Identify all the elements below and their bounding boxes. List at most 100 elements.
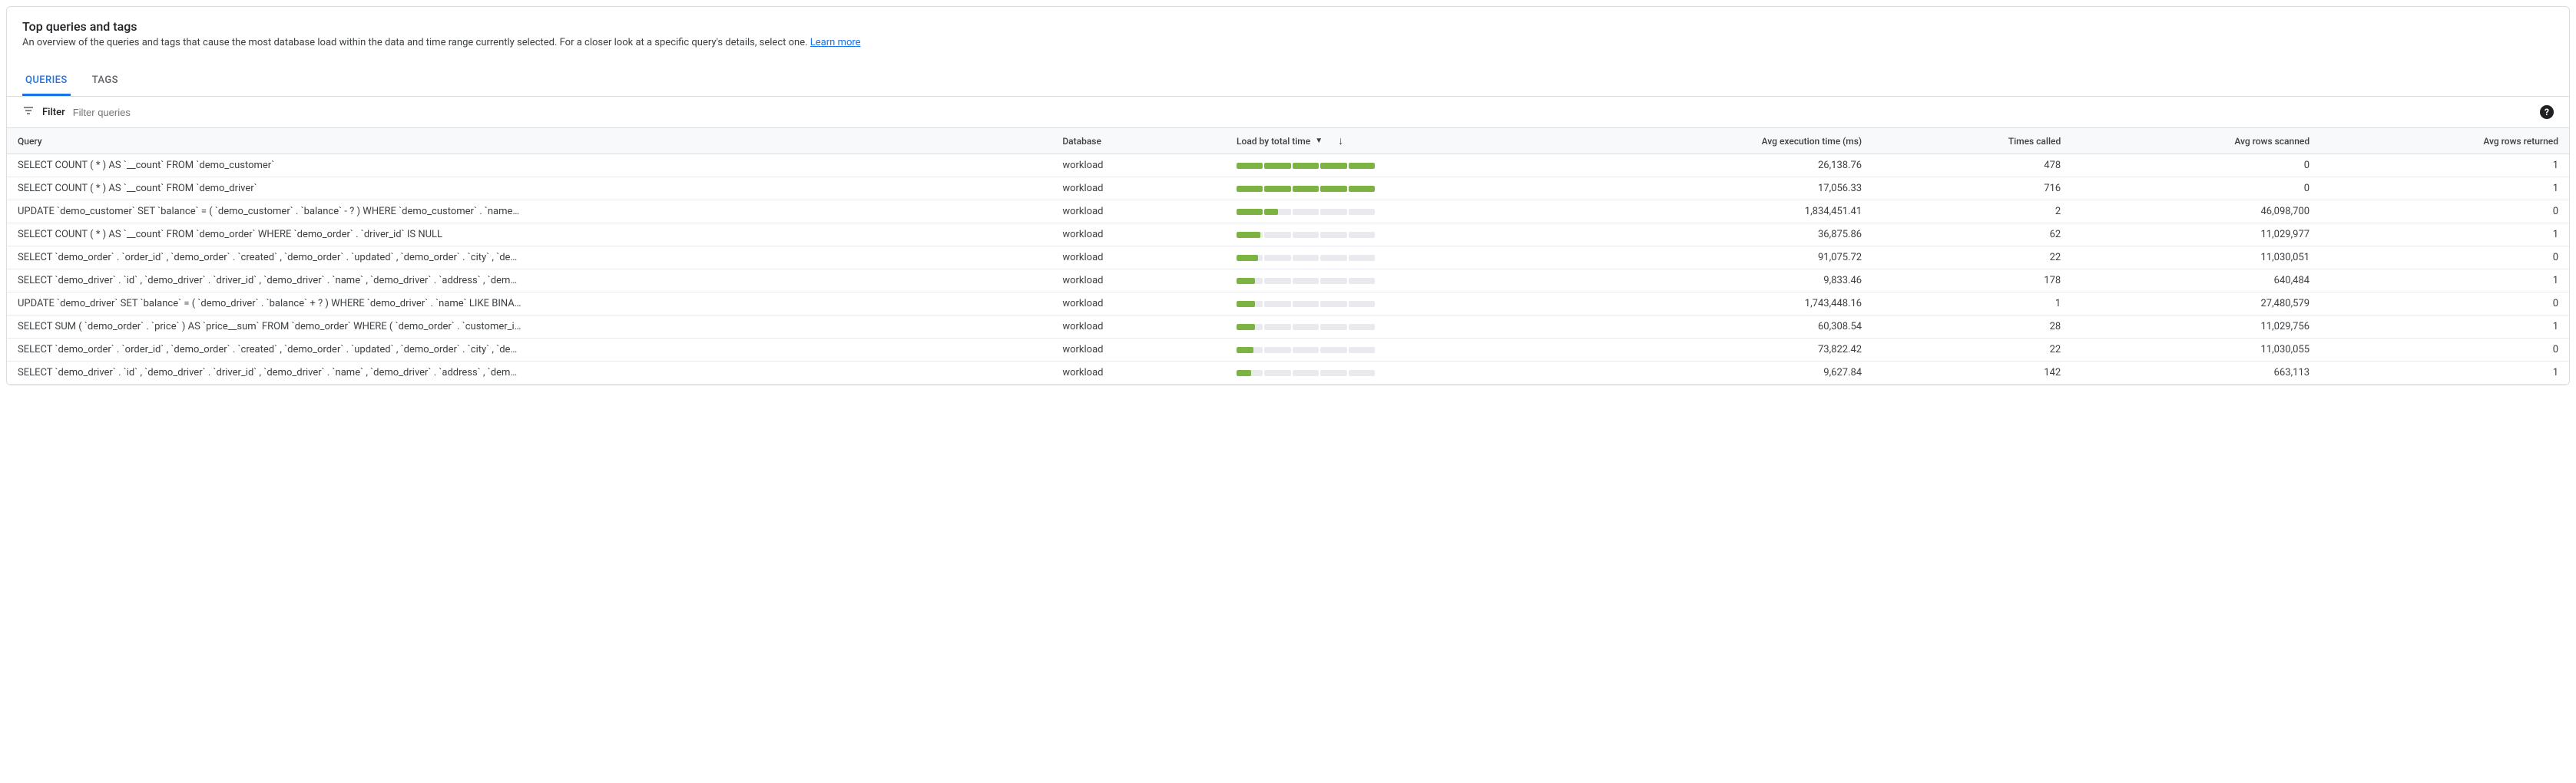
load-bar	[1237, 370, 1375, 376]
cell-load	[1226, 200, 1525, 223]
cell-query: SELECT `demo_driver` . `id` , `demo_driv…	[7, 269, 1051, 292]
table-body: SELECT COUNT ( * ) AS `__count` FROM `de…	[7, 154, 2569, 385]
load-bar	[1237, 255, 1375, 261]
load-bar	[1237, 209, 1375, 215]
cell-query: SELECT COUNT ( * ) AS `__count` FROM `de…	[7, 154, 1051, 177]
cell-rows-scanned: 11,030,055	[2071, 339, 2320, 362]
col-header-avg-exec[interactable]: Avg execution time (ms)	[1525, 128, 1872, 154]
cell-load	[1226, 154, 1525, 177]
filter-label: Filter	[42, 107, 65, 118]
cell-avg-exec: 73,822.42	[1525, 339, 1872, 362]
cell-database: workload	[1051, 292, 1226, 316]
sort-caret-icon: ▼	[1315, 137, 1323, 145]
cell-database: workload	[1051, 246, 1226, 269]
cell-times-called: 2	[1872, 200, 2071, 223]
table-row[interactable]: SELECT `demo_order` . `order_id` , `demo…	[7, 339, 2569, 362]
filter-bar: Filter ?	[7, 97, 2569, 127]
cell-query: SELECT `demo_order` . `order_id` , `demo…	[7, 339, 1051, 362]
cell-rows-scanned: 27,480,579	[2071, 292, 2320, 316]
col-header-load[interactable]: Load by total time ▼ ↓	[1226, 128, 1525, 154]
cell-avg-exec: 1,743,448.16	[1525, 292, 1872, 316]
card-title: Top queries and tags	[22, 19, 2554, 34]
col-header-query[interactable]: Query	[7, 128, 1051, 154]
cell-times-called: 1	[1872, 292, 2071, 316]
cell-query: SELECT COUNT ( * ) AS `__count` FROM `de…	[7, 177, 1051, 200]
cell-query: SELECT SUM ( `demo_order` . `price` ) AS…	[7, 316, 1051, 339]
cell-query: SELECT `demo_order` . `order_id` , `demo…	[7, 246, 1051, 269]
table-row[interactable]: SELECT `demo_order` . `order_id` , `demo…	[7, 246, 2569, 269]
col-header-rows-scanned[interactable]: Avg rows scanned	[2071, 128, 2320, 154]
cell-avg-exec: 9,627.84	[1525, 362, 1872, 385]
load-bar	[1237, 163, 1375, 169]
cell-database: workload	[1051, 154, 1226, 177]
cell-rows-scanned: 0	[2071, 177, 2320, 200]
load-bar	[1237, 232, 1375, 238]
cell-rows-returned: 0	[2320, 339, 2569, 362]
cell-times-called: 478	[1872, 154, 2071, 177]
cell-database: workload	[1051, 362, 1226, 385]
col-header-database[interactable]: Database	[1051, 128, 1226, 154]
table-row[interactable]: SELECT COUNT ( * ) AS `__count` FROM `de…	[7, 177, 2569, 200]
cell-query: UPDATE `demo_customer` SET `balance` = (…	[7, 200, 1051, 223]
cell-avg-exec: 36,875.86	[1525, 223, 1872, 246]
cell-rows-returned: 1	[2320, 154, 2569, 177]
cell-database: workload	[1051, 200, 1226, 223]
cell-avg-exec: 60,308.54	[1525, 316, 1872, 339]
table-row[interactable]: SELECT `demo_driver` . `id` , `demo_driv…	[7, 362, 2569, 385]
cell-database: workload	[1051, 339, 1226, 362]
cell-avg-exec: 1,834,451.41	[1525, 200, 1872, 223]
tab-queries[interactable]: QUERIES	[22, 67, 71, 96]
load-bar	[1237, 186, 1375, 192]
tab-tags[interactable]: TAGS	[89, 67, 121, 96]
cell-rows-scanned: 663,113	[2071, 362, 2320, 385]
cell-load	[1226, 362, 1525, 385]
load-bar	[1237, 324, 1375, 330]
cell-rows-scanned: 11,029,977	[2071, 223, 2320, 246]
col-header-times-called[interactable]: Times called	[1872, 128, 2071, 154]
cell-rows-scanned: 640,484	[2071, 269, 2320, 292]
table-row[interactable]: SELECT `demo_driver` . `id` , `demo_driv…	[7, 269, 2569, 292]
cell-rows-returned: 0	[2320, 292, 2569, 316]
help-icon[interactable]: ?	[2540, 105, 2554, 119]
queries-table: Query Database Load by total time ▼ ↓ Av…	[7, 127, 2569, 385]
cell-times-called: 62	[1872, 223, 2071, 246]
table-header-row: Query Database Load by total time ▼ ↓ Av…	[7, 128, 2569, 154]
cell-times-called: 716	[1872, 177, 2071, 200]
cell-rows-scanned: 46,098,700	[2071, 200, 2320, 223]
table-row[interactable]: SELECT COUNT ( * ) AS `__count` FROM `de…	[7, 223, 2569, 246]
cell-rows-scanned: 11,029,756	[2071, 316, 2320, 339]
load-bar	[1237, 347, 1375, 353]
cell-load	[1226, 223, 1525, 246]
table-row[interactable]: SELECT SUM ( `demo_order` . `price` ) AS…	[7, 316, 2569, 339]
cell-load	[1226, 246, 1525, 269]
cell-rows-scanned: 11,030,051	[2071, 246, 2320, 269]
table-row[interactable]: UPDATE `demo_driver` SET `balance` = ( `…	[7, 292, 2569, 316]
filter-input[interactable]	[73, 107, 2532, 118]
cell-avg-exec: 91,075.72	[1525, 246, 1872, 269]
cell-rows-returned: 0	[2320, 200, 2569, 223]
table-row[interactable]: UPDATE `demo_customer` SET `balance` = (…	[7, 200, 2569, 223]
cell-load	[1226, 339, 1525, 362]
sort-arrow-down-icon: ↓	[1338, 134, 1343, 147]
cell-times-called: 22	[1872, 339, 2071, 362]
learn-more-link[interactable]: Learn more	[810, 37, 861, 48]
cell-load	[1226, 316, 1525, 339]
cell-database: workload	[1051, 223, 1226, 246]
cell-rows-scanned: 0	[2071, 154, 2320, 177]
cell-times-called: 28	[1872, 316, 2071, 339]
cell-load	[1226, 269, 1525, 292]
cell-times-called: 142	[1872, 362, 2071, 385]
cell-rows-returned: 1	[2320, 223, 2569, 246]
cell-rows-returned: 1	[2320, 316, 2569, 339]
col-header-rows-returned[interactable]: Avg rows returned	[2320, 128, 2569, 154]
tabs: QUERIES TAGS	[7, 67, 2569, 97]
col-header-load-label: Load by total time	[1237, 136, 1310, 147]
cell-query: SELECT `demo_driver` . `id` , `demo_driv…	[7, 362, 1051, 385]
load-bar	[1237, 278, 1375, 284]
description-text: An overview of the queries and tags that…	[22, 37, 808, 48]
card-description: An overview of the queries and tags that…	[22, 37, 2554, 48]
cell-database: workload	[1051, 269, 1226, 292]
table-row[interactable]: SELECT COUNT ( * ) AS `__count` FROM `de…	[7, 154, 2569, 177]
top-queries-card: Top queries and tags An overview of the …	[6, 6, 2570, 385]
card-header: Top queries and tags An overview of the …	[7, 7, 2569, 58]
